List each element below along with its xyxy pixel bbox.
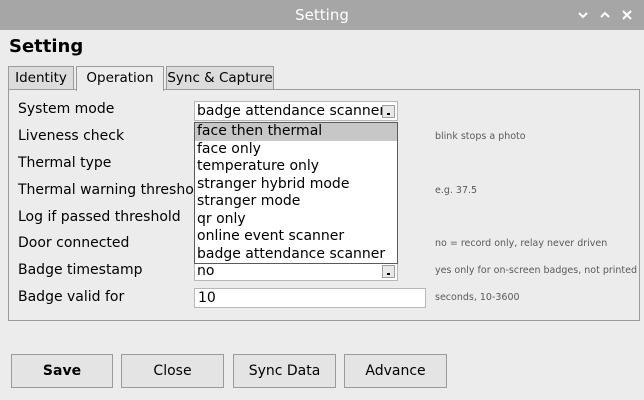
badge-timestamp-label: Badge timestamp xyxy=(18,262,143,278)
dropdown-option[interactable]: online event scanner xyxy=(195,228,397,246)
close-button[interactable]: Close xyxy=(121,354,224,388)
system-mode-value: badge attendance scanner xyxy=(197,103,386,119)
page-title: Setting xyxy=(9,36,84,57)
close-icon xyxy=(622,10,632,20)
badge-timestamp-value: no xyxy=(197,263,215,279)
dropdown-option[interactable]: stranger mode xyxy=(195,193,397,211)
maximize-button[interactable] xyxy=(594,0,616,30)
dropdown-option[interactable]: qr only xyxy=(195,211,397,229)
thermal-warning-threshold-hint: e.g. 37.5 xyxy=(435,185,478,196)
door-connected-hint: no = record only, relay never driven xyxy=(435,238,608,249)
liveness-check-label: Liveness check xyxy=(18,128,125,144)
door-connected-label: Door connected xyxy=(18,235,130,251)
sync-data-button[interactable]: Sync Data xyxy=(233,354,336,388)
tab-operation[interactable]: Operation xyxy=(76,66,164,91)
dropdown-option[interactable]: temperature only xyxy=(195,158,397,176)
title-bar[interactable]: Setting xyxy=(0,0,644,30)
settings-window: Setting Setting Identity Operation Sync xyxy=(0,0,644,400)
window-controls xyxy=(572,0,638,30)
badge-timestamp-hint: yes only for on-screen badges, not print… xyxy=(435,265,638,276)
system-mode-select[interactable]: badge attendance scanner xyxy=(194,101,398,121)
window-title: Setting xyxy=(295,6,349,24)
chevron-down-icon xyxy=(578,12,588,19)
dropdown-arrow-icon[interactable] xyxy=(382,105,395,118)
advance-button[interactable]: Advance xyxy=(344,354,447,388)
dropdown-option[interactable]: badge attendance scanner xyxy=(195,246,397,264)
save-button[interactable]: Save xyxy=(11,354,113,388)
badge-timestamp-select[interactable]: no xyxy=(194,261,398,281)
dropdown-option[interactable]: stranger hybrid mode xyxy=(195,176,397,194)
thermal-type-label: Thermal type xyxy=(18,155,112,171)
badge-valid-for-hint: seconds, 10-3600 xyxy=(435,292,520,303)
chevron-up-icon xyxy=(600,11,610,18)
dropdown-arrow-icon[interactable] xyxy=(382,265,395,278)
thermal-warning-threshold-label: Thermal warning threshold xyxy=(18,182,207,198)
system-mode-dropdown-list[interactable]: face then thermal face only temperature … xyxy=(194,122,398,264)
log-if-passed-threshold-label: Log if passed threshold xyxy=(18,209,181,225)
tab-identity[interactable]: Identity xyxy=(8,66,74,90)
badge-valid-for-label: Badge valid for xyxy=(18,289,125,305)
tab-sync-capture[interactable]: Sync & Capture xyxy=(166,66,274,90)
dropdown-option[interactable]: face only xyxy=(195,141,397,159)
system-mode-label: System mode xyxy=(18,101,115,117)
close-window-button[interactable] xyxy=(616,0,638,30)
badge-valid-for-input[interactable]: 10 xyxy=(194,288,426,308)
dropdown-option[interactable]: face then thermal xyxy=(195,123,397,141)
minimize-button[interactable] xyxy=(572,0,594,30)
liveness-check-hint: blink stops a photo xyxy=(435,131,526,142)
